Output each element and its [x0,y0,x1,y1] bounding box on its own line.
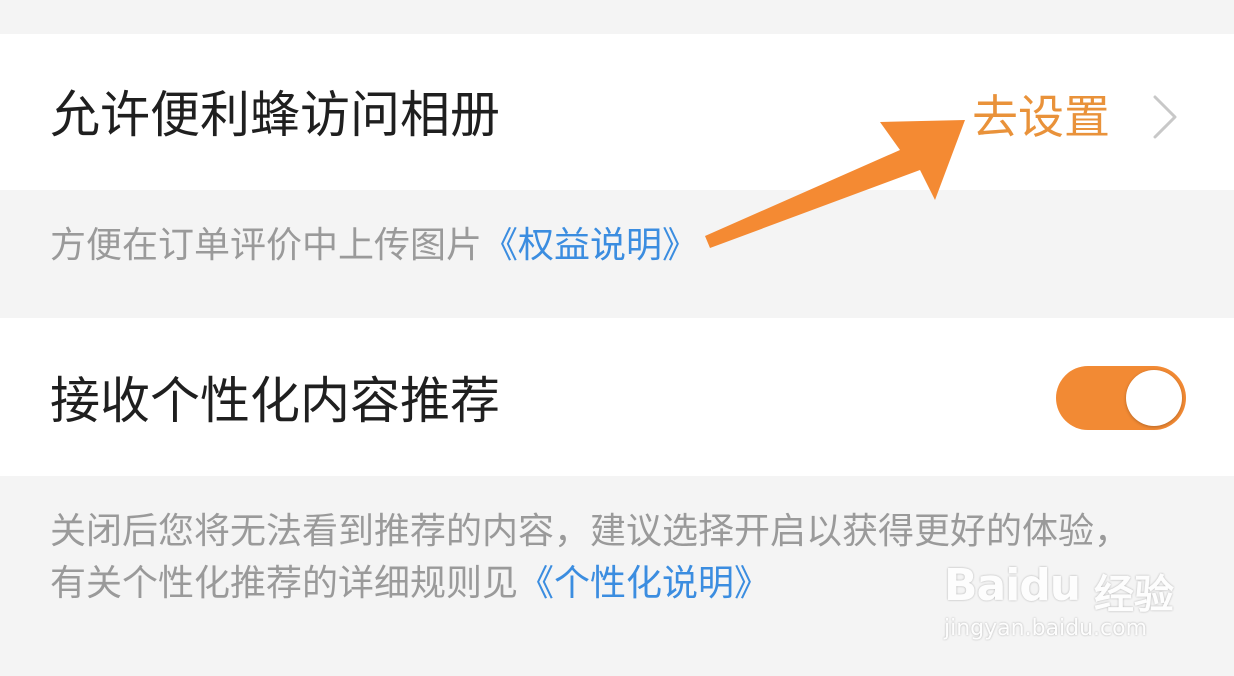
recommendation-toggle[interactable] [1056,366,1186,430]
recommendation-title: 接收个性化内容推荐 [50,372,500,430]
album-permission-description: 方便在订单评价中上传图片 [50,225,483,266]
personalization-info-link[interactable]: 《个性化说明》 [518,563,770,604]
recommendation-row: 接收个性化内容推荐 [0,318,1234,476]
go-settings-button[interactable]: 去设置 [972,90,1178,144]
watermark-brand: Baidu [944,560,1081,611]
rights-info-link[interactable]: 《权益说明》 [482,225,698,266]
watermark-url: jingyan.baidu.com [944,616,1148,641]
album-permission-description-line: 方便在订单评价中上传图片《权益说明》 [50,228,698,264]
watermark-brand-cn: 经验 [1094,572,1174,618]
album-permission-title: 允许便利蜂访问相册 [50,86,500,144]
toggle-knob [1126,370,1182,426]
album-permission-row[interactable]: 允许便利蜂访问相册 去设置 [0,34,1234,190]
recommendation-description-text: 有关个性化推荐的详细规则见 [50,563,519,604]
recommendation-description-line1: 关闭后您将无法看到推荐的内容，建议选择开启以获得更好的体验， [50,511,1131,552]
watermark: Baidu 经验 jingyan.baidu.com [944,556,1174,646]
recommendation-description-line2: 有关个性化推荐的详细规则见《个性化说明》 [50,566,770,602]
chevron-right-icon [1153,95,1177,139]
go-settings-label: 去设置 [972,90,1110,144]
